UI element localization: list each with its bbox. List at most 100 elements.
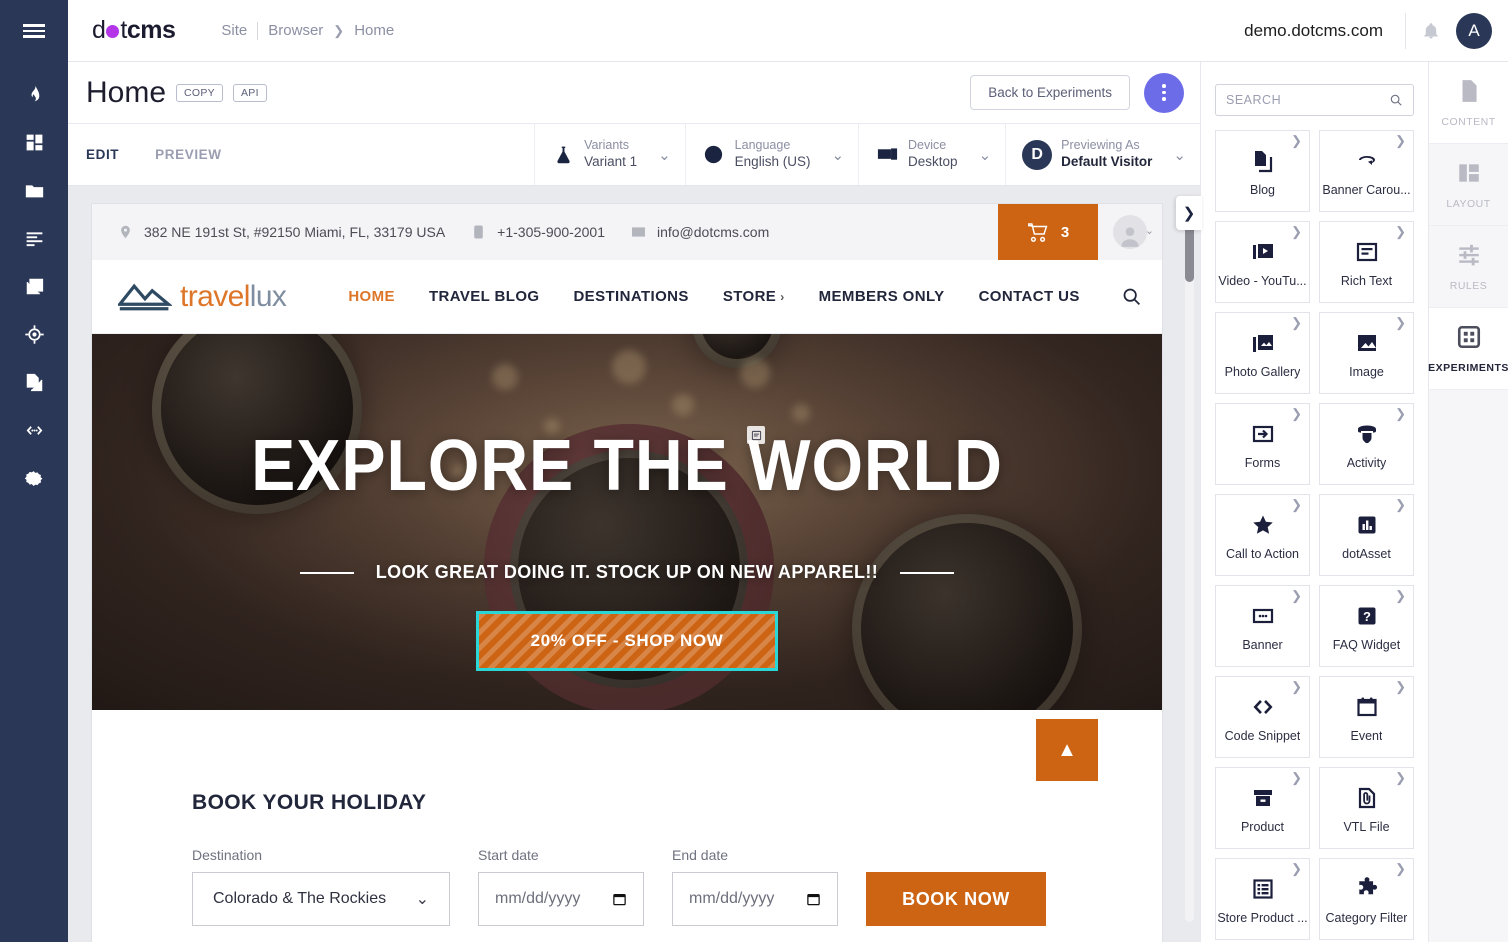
- chevron-right-icon[interactable]: ❯: [1291, 224, 1302, 240]
- chevron-right-icon[interactable]: ❯: [1395, 497, 1406, 513]
- getting-started-icon[interactable]: [0, 70, 68, 118]
- content-type-card-vtl-file[interactable]: ❯ VTL File: [1319, 767, 1414, 849]
- chevron-right-icon[interactable]: ❯: [1395, 588, 1406, 604]
- code-brackets-icon[interactable]: [0, 406, 68, 454]
- site-menu-item-travel-blog[interactable]: TRAVEL BLOG: [412, 288, 557, 305]
- tab-edit[interactable]: EDIT: [68, 147, 137, 162]
- content-type-card-product[interactable]: ❯ Product: [1215, 767, 1310, 849]
- chevron-right-icon[interactable]: ❯: [1291, 406, 1302, 422]
- content-type-card-photo-gallery[interactable]: ❯ Photo Gallery: [1215, 312, 1310, 394]
- chevron-right-icon[interactable]: ❯: [1395, 770, 1406, 786]
- destination-select[interactable]: Colorado & The Rockies ⌄: [192, 872, 450, 926]
- search-icon[interactable]: [1121, 286, 1142, 307]
- content-type-card-video-youtube[interactable]: ❯ Video - YouTu...: [1215, 221, 1310, 303]
- content-type-card-call-to-action[interactable]: ❯ Call to Action: [1215, 494, 1310, 576]
- breadcrumb-item-site[interactable]: Site: [221, 22, 247, 39]
- flask-icon: [551, 144, 575, 165]
- hero-banner: EXPLORE THE WORLD LOOK GREAT DOING IT. S…: [92, 334, 1162, 710]
- site-menu-item-store[interactable]: STORE ›: [706, 288, 802, 305]
- chevron-right-icon[interactable]: ❯: [1176, 196, 1202, 230]
- scroll-to-top-button[interactable]: ▲: [1036, 719, 1098, 781]
- content-type-card-banner-carousel[interactable]: ❯ Banner Carou...: [1319, 130, 1414, 212]
- book-now-button[interactable]: BOOK NOW: [866, 872, 1046, 926]
- more-vertical-icon[interactable]: [1144, 72, 1184, 113]
- chevron-right-icon[interactable]: ❯: [1395, 133, 1406, 149]
- breadcrumb-item-browser[interactable]: Browser: [268, 22, 323, 39]
- language-selector[interactable]: Language English (US) ⌄: [684, 124, 858, 185]
- chevron-right-icon[interactable]: ❯: [1291, 679, 1302, 695]
- settings-gear-icon[interactable]: [0, 454, 68, 502]
- chevron-right-icon[interactable]: ❯: [1291, 133, 1302, 149]
- hero-rule-left: [299, 571, 354, 574]
- content-edit-badge-icon[interactable]: [747, 426, 765, 444]
- chevron-right-icon[interactable]: ❯: [1291, 770, 1302, 786]
- content-list-icon[interactable]: [0, 214, 68, 262]
- site-menu-item-members-only[interactable]: MEMBERS ONLY: [802, 288, 962, 305]
- tab-rules[interactable]: RULES: [1429, 226, 1508, 308]
- cart-button[interactable]: 3: [998, 204, 1098, 260]
- dashboard-icon[interactable]: [0, 118, 68, 166]
- chevron-right-icon[interactable]: ❯: [1395, 679, 1406, 695]
- content-type-card-image[interactable]: ❯ Image: [1319, 312, 1414, 394]
- dotcms-logo[interactable]: d t cms: [92, 16, 176, 45]
- site-user-menu[interactable]: ⌄: [1098, 215, 1162, 249]
- site-wordmark-b: lux: [249, 279, 287, 313]
- chevron-down-icon[interactable]: ⌄: [831, 146, 844, 164]
- chevron-right-icon[interactable]: ❯: [1395, 224, 1406, 240]
- site-menu-item-home[interactable]: HOME: [331, 288, 412, 305]
- hero-title: EXPLORE THE WORLD: [251, 426, 1003, 506]
- breadcrumb-item-home[interactable]: Home: [354, 22, 394, 39]
- chevron-right-icon[interactable]: ❯: [1291, 315, 1302, 331]
- preview-scrollbar[interactable]: [1185, 206, 1194, 922]
- site-address-text: 382 NE 191st St, #92150 Miami, FL, 33179…: [144, 224, 446, 240]
- start-date-input[interactable]: mm/dd/yyyy: [478, 872, 644, 926]
- content-type-card-dotasset[interactable]: ❯ dotAsset: [1319, 494, 1414, 576]
- content-type-card-faq-widget[interactable]: ❯ ? FAQ Widget: [1319, 585, 1414, 667]
- content-type-label: VTL File: [1343, 820, 1390, 834]
- chevron-right-icon[interactable]: ❯: [1395, 315, 1406, 331]
- back-to-experiments-button[interactable]: Back to Experiments: [970, 75, 1130, 110]
- hamburger-menu-icon[interactable]: [0, 0, 68, 62]
- folder-icon[interactable]: [0, 166, 68, 214]
- content-type-card-blog[interactable]: ❯ Blog: [1215, 130, 1310, 212]
- content-type-card-activity[interactable]: ❯ Activity: [1319, 403, 1414, 485]
- current-site-name[interactable]: demo.dotcms.com: [1244, 21, 1405, 41]
- content-type-label: Rich Text: [1340, 274, 1393, 288]
- content-type-card-category-filter[interactable]: ❯ Category Filter: [1319, 858, 1414, 940]
- media-gallery-icon[interactable]: [0, 262, 68, 310]
- bell-icon[interactable]: [1406, 22, 1456, 40]
- device-selector[interactable]: Device Desktop ⌄: [858, 124, 1005, 185]
- search-field[interactable]: [1215, 84, 1414, 116]
- tab-layout[interactable]: LAYOUT: [1429, 144, 1508, 226]
- content-type-card-store-product-list[interactable]: ❯ Store Product ...: [1215, 858, 1310, 940]
- chevron-right-icon[interactable]: ❯: [1395, 861, 1406, 877]
- content-type-card-rich-text[interactable]: ❯ Rich Text: [1319, 221, 1414, 303]
- persona-selector[interactable]: D Previewing As Default Visitor ⌄: [1005, 124, 1200, 185]
- tab-content[interactable]: CONTENT: [1429, 62, 1508, 144]
- content-type-card-code-snippet[interactable]: ❯ Code Snippet: [1215, 676, 1310, 758]
- avatar[interactable]: A: [1456, 12, 1492, 49]
- site-menu-item-destinations[interactable]: DESTINATIONS: [556, 288, 705, 305]
- chevron-right-icon[interactable]: ❯: [1395, 406, 1406, 422]
- pages-copy-icon[interactable]: [0, 358, 68, 406]
- variant-selector[interactable]: Variants Variant 1 ⌄: [534, 124, 685, 185]
- content-type-card-forms[interactable]: ❯ Forms: [1215, 403, 1310, 485]
- tab-preview[interactable]: PREVIEW: [137, 147, 239, 162]
- api-chip[interactable]: API: [233, 83, 267, 102]
- hero-cta-button[interactable]: 20% OFF - SHOP NOW: [475, 611, 779, 671]
- target-icon[interactable]: [0, 310, 68, 358]
- tab-experiments[interactable]: EXPERIMENTS: [1428, 308, 1508, 390]
- chevron-right-icon[interactable]: ❯: [1291, 497, 1302, 513]
- search-input[interactable]: [1226, 93, 1389, 107]
- content-type-card-banner[interactable]: ❯ Banner: [1215, 585, 1310, 667]
- chevron-down-icon[interactable]: ⌄: [979, 146, 992, 164]
- chevron-down-icon[interactable]: ⌄: [1173, 146, 1186, 164]
- chevron-right-icon[interactable]: ❯: [1291, 861, 1302, 877]
- site-logo[interactable]: travellux: [118, 279, 287, 314]
- site-menu-item-contact-us[interactable]: CONTACT US: [962, 288, 1097, 305]
- end-date-input[interactable]: mm/dd/yyyy: [672, 872, 838, 926]
- chevron-down-icon[interactable]: ⌄: [658, 146, 671, 164]
- copy-url-chip[interactable]: COPY: [176, 83, 223, 102]
- content-type-card-event[interactable]: ❯ Event: [1319, 676, 1414, 758]
- chevron-right-icon[interactable]: ❯: [1291, 588, 1302, 604]
